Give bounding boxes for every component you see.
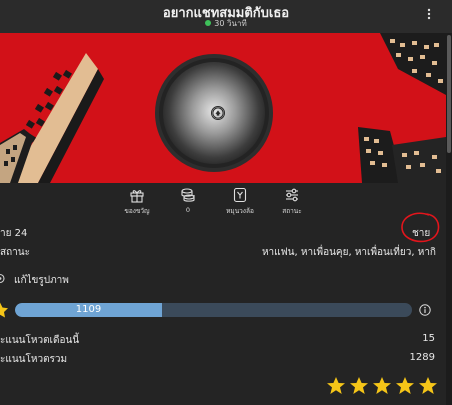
gift-button[interactable]: ของขวัญ <box>117 187 157 216</box>
total-votes-value: 1289 <box>409 352 435 363</box>
status-settings-button[interactable]: สถานะ <box>272 187 312 216</box>
online-dot-icon <box>205 20 212 26</box>
spin-wheel-label: หมุนวงล้อ <box>226 207 254 215</box>
rating-star-icon[interactable] <box>349 376 369 396</box>
gender-age: าย 24 <box>0 228 28 239</box>
chat-header: อยากแชทสมมติกับเธอ 30 วินาที <box>0 0 452 33</box>
coins-count: 0 <box>185 206 191 214</box>
scrollbar-thumb[interactable] <box>447 35 451 153</box>
coins-button[interactable]: 0 <box>168 187 208 214</box>
level-progress-bar: 1109 <box>15 303 412 317</box>
camera-icon <box>0 273 5 284</box>
monthly-votes-value: 15 <box>422 333 435 344</box>
spin-wheel-button[interactable]: หมุนวงล้อ <box>220 187 260 216</box>
coins-icon <box>181 188 195 202</box>
gender-highlight-circle <box>401 212 440 243</box>
sliders-icon <box>286 188 298 202</box>
total-votes-label: ะแนนโหวตรวม <box>0 354 68 365</box>
kebab-menu-icon[interactable] <box>424 8 434 22</box>
level-points: 1109 <box>75 304 102 315</box>
scrollbar[interactable] <box>446 33 452 405</box>
info-icon[interactable] <box>419 304 431 316</box>
edit-photo-link[interactable]: แก้ไขรูปภาพ <box>14 273 69 288</box>
avatar[interactable] <box>163 62 265 164</box>
rating-star-icon[interactable] <box>372 376 392 396</box>
rating-star-icon[interactable] <box>418 376 438 396</box>
dice-icon <box>233 187 247 203</box>
online-status-text: 30 วินาที <box>214 19 247 28</box>
monthly-votes-label: ะแนนโหวตเดือนนี้ <box>0 335 80 346</box>
status-label: สถานะ <box>0 247 30 258</box>
avatar-frame[interactable] <box>155 54 273 172</box>
status-value: หาแฟน, หาเพื่อนคุย, หาเพื่อนเที่ยว, หากิ <box>261 247 436 258</box>
status-settings-label: สถานะ <box>282 207 302 215</box>
profile-toolbar: ของขวัญ 0 หมุนวงล้อ สถานะ <box>0 183 446 223</box>
gift-label: ของขวัญ <box>124 207 150 215</box>
level-star-icon <box>0 302 8 318</box>
rating-star-icon[interactable] <box>395 376 415 396</box>
rating-star-icon[interactable] <box>326 376 346 396</box>
online-status: 30 วินาที <box>0 17 452 30</box>
gift-icon <box>130 190 144 203</box>
avatar-badge-icon <box>211 106 225 120</box>
